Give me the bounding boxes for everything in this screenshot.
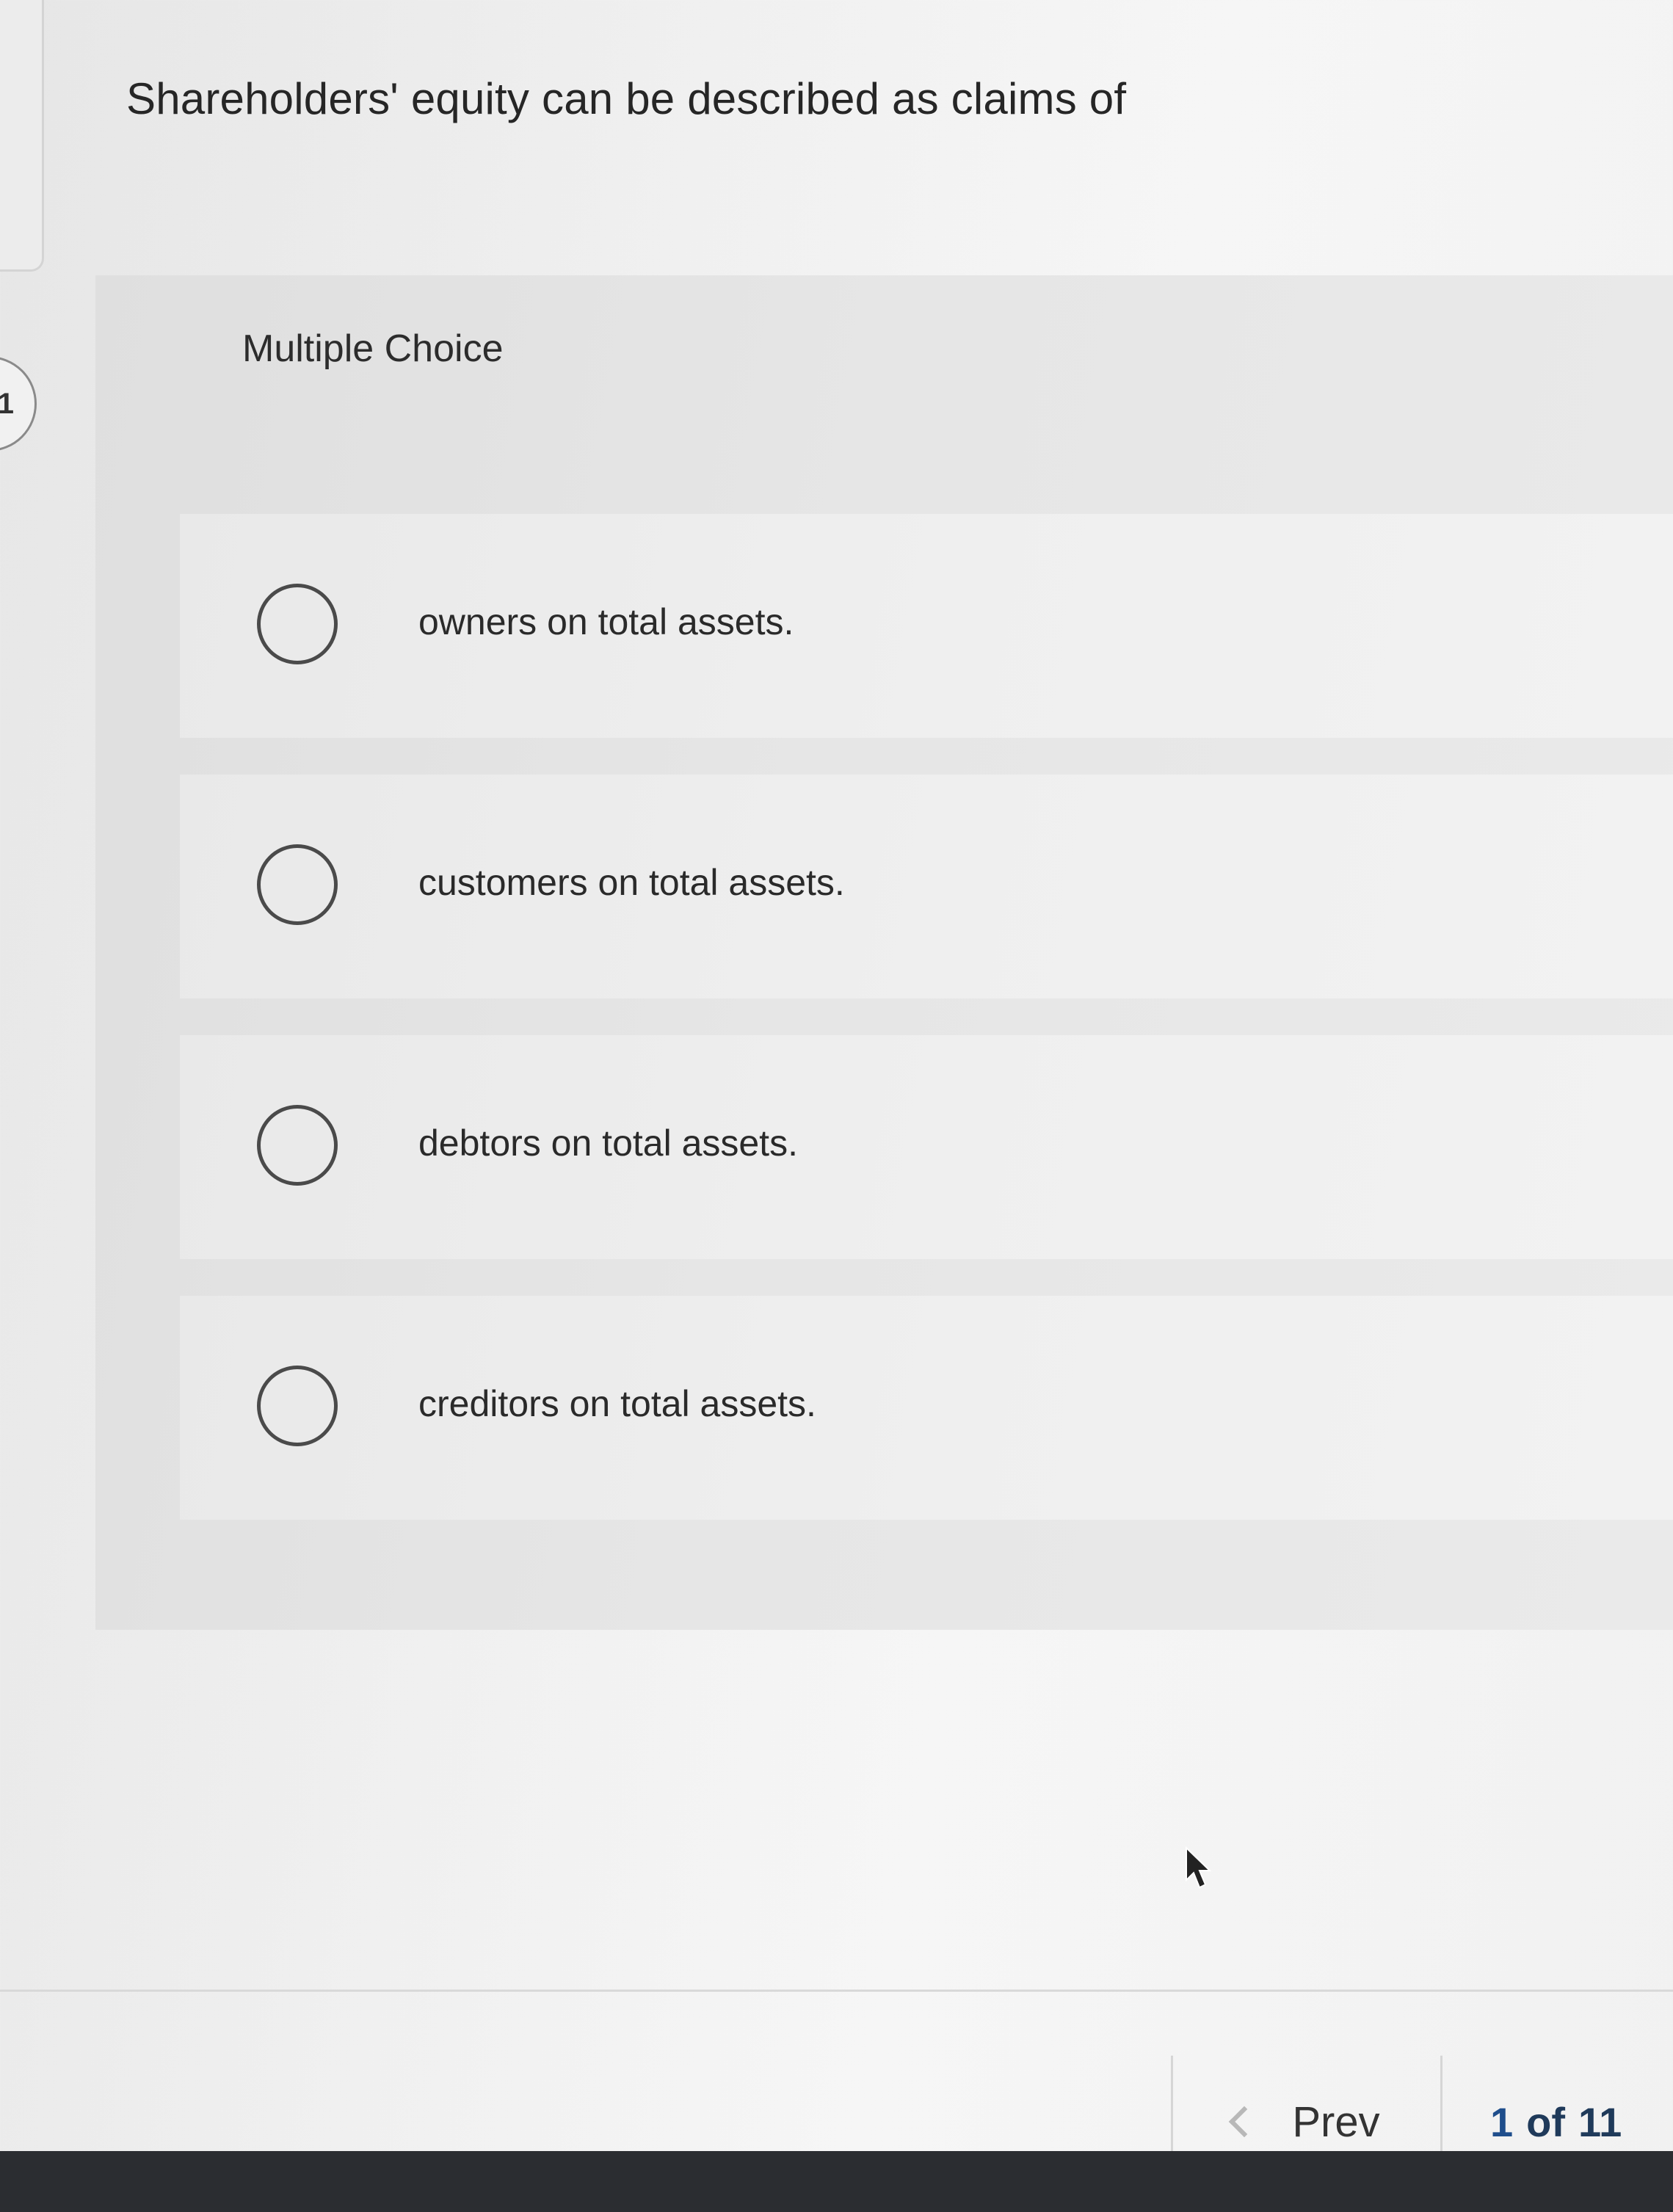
- question-number: 1: [0, 387, 14, 420]
- mouse-pointer-icon: [1186, 1846, 1212, 1889]
- bottom-bezel-bar: [0, 2151, 1673, 2212]
- answer-option-3[interactable]: debtors on total assets.: [180, 1035, 1673, 1259]
- footer-divider: [0, 1990, 1673, 1992]
- current-page: 1: [1490, 2099, 1514, 2145]
- total-pages: 11: [1578, 2099, 1622, 2145]
- question-type-label: Multiple Choice: [242, 327, 504, 370]
- radio-button[interactable]: [257, 584, 338, 664]
- question-number-badge[interactable]: 1: [0, 356, 37, 452]
- radio-button[interactable]: [257, 1105, 338, 1186]
- radio-button[interactable]: [257, 1366, 338, 1446]
- answer-option-2[interactable]: customers on total assets.: [180, 775, 1673, 998]
- side-panel-tab: [0, 0, 44, 272]
- prev-label: Prev: [1292, 2097, 1380, 2146]
- answer-option-label: customers on total assets.: [418, 862, 845, 903]
- answer-option-label: owners on total assets.: [418, 601, 794, 642]
- multiple-choice-panel: Multiple Choice owners on total assets. …: [95, 275, 1673, 1630]
- question-prompt: Shareholders' equity can be described as…: [126, 74, 1127, 123]
- answer-option-1[interactable]: owners on total assets.: [180, 514, 1673, 738]
- page-indicator[interactable]: 1 of 11: [1490, 2098, 1622, 2146]
- chevron-left-icon: [1229, 2106, 1260, 2138]
- page-of-label: of: [1526, 2099, 1566, 2145]
- answer-option-4[interactable]: creditors on total assets.: [180, 1296, 1673, 1520]
- radio-button[interactable]: [257, 844, 338, 925]
- answer-option-label: debtors on total assets.: [418, 1123, 798, 1164]
- answer-option-label: creditors on total assets.: [418, 1383, 816, 1424]
